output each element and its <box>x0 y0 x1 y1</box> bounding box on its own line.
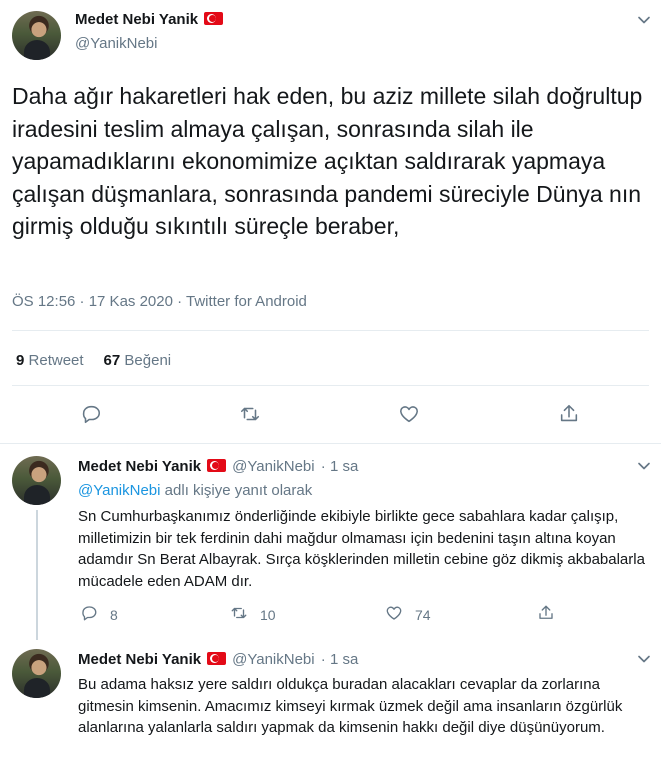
like-stat[interactable]: 67 Beğeni <box>104 352 172 369</box>
divider <box>12 330 649 331</box>
heart-icon <box>398 403 420 428</box>
retweet-icon <box>239 403 261 428</box>
reply-button[interactable] <box>80 403 102 428</box>
turkey-flag-icon <box>207 459 227 472</box>
like-count: 74 <box>415 606 431 623</box>
retweet-button[interactable]: 10 <box>230 604 276 625</box>
tweet-timestamp[interactable]: ÖS 12:56 · 17 Kas 2020 · Twitter for And… <box>12 293 307 310</box>
chevron-down-icon[interactable] <box>634 649 654 669</box>
retweet-icon <box>230 604 248 625</box>
replying-to: @YanikNebi adlı kişiye yanıt olarak <box>78 482 312 499</box>
thread-line <box>36 510 38 640</box>
retweet-count: 9 <box>16 352 25 369</box>
turkey-flag-icon <box>204 12 224 25</box>
reply-button[interactable]: 8 <box>80 604 118 625</box>
turkey-flag-icon <box>207 652 227 665</box>
author-name[interactable]: Medet Nebi Yanik <box>78 651 201 668</box>
retweet-count: 10 <box>260 606 276 623</box>
reply-text: Sn Cumhurbaşkanımız önderliğinde ekibiyl… <box>78 508 645 590</box>
share-icon <box>558 403 580 428</box>
like-button[interactable]: 74 <box>385 604 431 625</box>
reply-header: Medet Nebi Yanik @YanikNebi · 1 sa <box>78 458 358 475</box>
reply-icon <box>80 604 98 625</box>
like-stat-label: Beğeni <box>124 352 172 369</box>
reply-header: Medet Nebi Yanik @YanikNebi · 1 sa <box>78 651 358 668</box>
author-handle[interactable]: @YanikNebi <box>232 651 315 668</box>
author-handle[interactable]: @YanikNebi <box>75 35 158 52</box>
tweet-text: Daha ağır hakaretleri hak eden, bu aziz … <box>12 83 643 239</box>
share-button[interactable] <box>537 604 555 625</box>
author-name-text[interactable]: Medet Nebi Yanik <box>75 11 198 28</box>
reply-text: Bu adama haksız yere saldırı oldukça bur… <box>78 676 623 736</box>
tweet-stats: 9 Retweet 67 Beğeni <box>16 352 171 369</box>
reply-icon <box>80 403 102 428</box>
divider <box>0 443 661 444</box>
retweet-stat-label: Retweet <box>28 352 84 369</box>
share-button[interactable] <box>558 403 580 428</box>
heart-icon <box>385 604 403 625</box>
divider <box>12 385 649 386</box>
retweet-button[interactable] <box>239 403 261 428</box>
chevron-down-icon[interactable] <box>634 10 654 30</box>
avatar[interactable] <box>12 11 61 60</box>
author-name[interactable]: Medet Nebi Yanik <box>78 458 201 475</box>
like-button[interactable] <box>398 403 420 428</box>
avatar[interactable] <box>12 456 61 505</box>
chevron-down-icon[interactable] <box>634 456 654 476</box>
author-handle[interactable]: @YanikNebi <box>232 458 315 475</box>
reply-count: 8 <box>110 606 118 623</box>
reply-time[interactable]: · 1 sa <box>321 458 359 475</box>
avatar[interactable] <box>12 649 61 698</box>
like-count: 67 <box>103 352 121 369</box>
replying-to-label: adlı kişiye yanıt olarak <box>164 482 313 499</box>
share-icon <box>537 604 555 625</box>
replying-to-mention[interactable]: @YanikNebi <box>78 482 161 499</box>
author-name[interactable]: Medet Nebi Yanik <box>75 11 224 28</box>
retweet-stat[interactable]: 9 Retweet <box>16 352 84 369</box>
reply-time[interactable]: · 1 sa <box>321 651 359 668</box>
